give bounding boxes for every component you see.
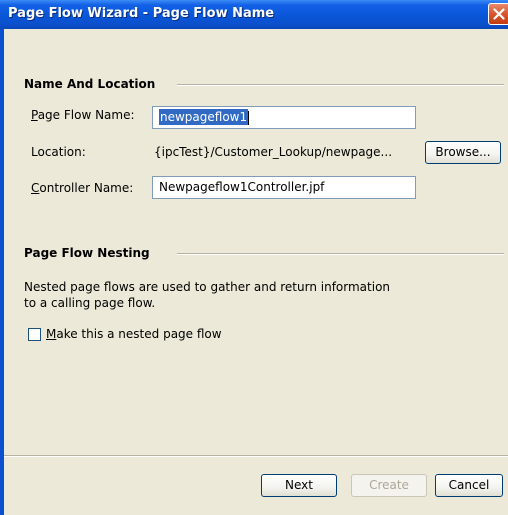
cancel-button[interactable]: Cancel (435, 474, 503, 497)
nesting-description-line: Nested page flows are used to gather and… (24, 280, 391, 294)
nesting-description: Nested page flows are used to gather and… (24, 279, 390, 311)
footer-divider (4, 455, 508, 457)
page-flow-name-input[interactable]: newpageflow1 (152, 106, 416, 129)
page-flow-wizard-window: Page Flow Wizard - Page Flow Name Name A… (0, 0, 508, 515)
section-divider (177, 253, 504, 255)
next-button[interactable]: Next (261, 474, 337, 497)
section-divider (177, 84, 504, 86)
browse-button[interactable]: Browse... (425, 141, 501, 164)
close-icon (493, 8, 505, 20)
controller-name-input[interactable]: Newpageflow1Controller.jpf (152, 176, 416, 199)
close-button[interactable] (488, 3, 508, 25)
wizard-content: Name And Location Page Flow Name: newpag… (4, 29, 508, 515)
create-button[interactable]: Create (351, 474, 427, 497)
nested-page-flow-label[interactable]: Make this a nested page flow (46, 327, 222, 341)
location-value: {ipcTest}/Customer_Lookup/newpage... (154, 145, 393, 159)
page-flow-name-label: Page Flow Name: (31, 108, 135, 122)
page-flow-name-value: newpageflow1 (159, 109, 249, 125)
nesting-heading: Page Flow Nesting (24, 246, 150, 260)
window-title: Page Flow Wizard - Page Flow Name (8, 6, 275, 21)
location-label: Location: (31, 145, 86, 159)
controller-name-label: Controller Name: (31, 181, 134, 195)
name-location-heading: Name And Location (24, 77, 156, 91)
nested-page-flow-checkbox[interactable] (28, 328, 41, 341)
title-bar[interactable]: Page Flow Wizard - Page Flow Name (0, 0, 508, 29)
nesting-description-line: to a calling page flow. (24, 296, 156, 310)
